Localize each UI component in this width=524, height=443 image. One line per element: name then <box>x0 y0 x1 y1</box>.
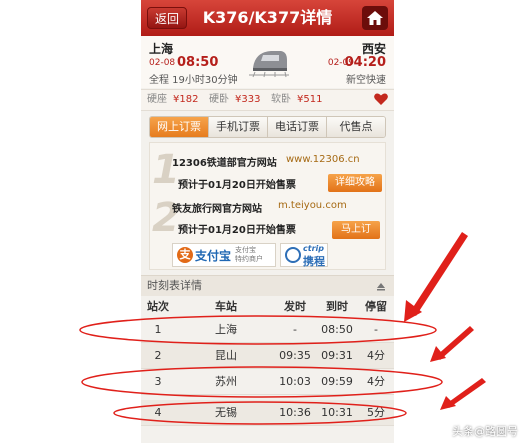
to-time: 04:20 <box>344 55 386 70</box>
guide-button[interactable]: 详细攻略 <box>328 174 382 192</box>
tab-phone-booking[interactable]: 电话订票 <box>268 117 327 137</box>
row-stop-time: 4分 <box>367 349 385 362</box>
price-label-hard-seat: 硬座 <box>147 94 167 105</box>
ctrip-en: ctrip <box>303 244 324 253</box>
collapse-arrow-icon[interactable] <box>376 281 386 291</box>
row-station: 上海 <box>215 323 237 336</box>
ctrip-cn: 携程 <box>303 255 325 268</box>
price-label-hard-sleeper: 硬卧 <box>209 94 229 105</box>
col-stop-no: 站次 <box>147 300 169 313</box>
from-station: 上海 <box>149 42 174 56</box>
row-station: 无锡 <box>215 406 237 419</box>
book-now-button[interactable]: 马上订 <box>332 221 380 239</box>
site-name-12306: 12306铁道部官方网站 <box>172 158 277 169</box>
alipay-name: 支付宝 <box>195 249 232 263</box>
booking-tabs: 网上订票 手机订票 电话订票 代售点 <box>149 116 386 138</box>
row-depart: 09:35 <box>279 349 311 362</box>
timetable-columns: 站次 车站 发时 到时 停留 <box>141 297 394 317</box>
site-name-tieyou: 铁友旅行网官方网站 <box>172 204 262 215</box>
timetable-title: 时刻表详情 <box>147 279 202 292</box>
sale-note-tieyou: 预计于01月20日开始售票 <box>178 225 296 236</box>
row-stop-no: 4 <box>154 406 162 419</box>
table-row: 4 无锡 10:36 10:31 5分 <box>141 400 394 426</box>
row-stop-time: 4分 <box>367 375 385 388</box>
price-label-soft-sleeper: 软卧 <box>271 94 291 105</box>
row-arrive: 10:31 <box>321 406 353 419</box>
train-icon <box>249 51 289 78</box>
favorite-heart-icon[interactable] <box>373 91 389 107</box>
row-stop-time: - <box>374 323 378 336</box>
row-arrive: 08:50 <box>321 323 353 336</box>
page-title: K376/K377详情 <box>202 8 333 27</box>
sale-note-12306: 预计于01月20日开始售票 <box>178 180 296 191</box>
row-stop-time: 5分 <box>367 406 385 419</box>
row-arrive: 09:59 <box>321 375 353 388</box>
back-button[interactable]: 返回 <box>147 7 187 29</box>
train-type: 新空快速 <box>346 75 386 86</box>
alipay-logo: 支 支付宝 支付宝 特约商户 <box>172 243 276 267</box>
tab-agency[interactable]: 代售点 <box>327 117 385 137</box>
arrow-icon <box>440 378 486 410</box>
site-url-tieyou[interactable]: m.teiyou.com <box>278 200 347 211</box>
from-date: 02-08 <box>149 58 176 68</box>
row-depart: 10:03 <box>279 375 311 388</box>
from-time: 08:50 <box>177 55 219 70</box>
booking-panel: 1 12306铁道部官方网站 www.12306.cn 预计于01月20日开始售… <box>149 142 386 270</box>
row-station: 昆山 <box>215 349 237 362</box>
table-row: 1 上海 - 08:50 - <box>141 317 394 343</box>
duration-text: 全程 19小时30分钟 <box>149 75 238 86</box>
watermark: 头条@路圆号 <box>452 425 518 438</box>
row-stop-no: 3 <box>154 375 162 388</box>
header-bar: 返回 K376/K377详情 <box>141 0 394 36</box>
row-arrive: 09:31 <box>321 349 353 362</box>
table-row: 2 昆山 09:35 09:31 4分 <box>141 343 394 369</box>
tab-mobile-booking[interactable]: 手机订票 <box>209 117 268 137</box>
ctrip-icon <box>285 247 301 263</box>
ctrip-logo: ctrip 携程 <box>280 243 328 268</box>
alipay-icon: 支 <box>177 247 193 263</box>
col-arrive: 到时 <box>326 300 348 313</box>
row-station: 苏州 <box>215 375 237 388</box>
price-value-hard-sleeper: ¥333 <box>235 94 261 105</box>
arrow-icon <box>430 326 474 362</box>
price-value-hard-seat: ¥182 <box>173 94 199 105</box>
table-row: 3 苏州 10:03 09:59 4分 <box>141 369 394 395</box>
home-button[interactable] <box>362 6 388 30</box>
col-stop-time: 停留 <box>365 300 387 313</box>
col-station: 车站 <box>215 300 237 313</box>
row-stop-no: 1 <box>154 323 162 336</box>
tab-online-booking[interactable]: 网上订票 <box>150 117 209 137</box>
row-depart: 10:36 <box>279 406 311 419</box>
route-summary: 上海 02-08 08:50 全程 19小时30分钟 西安 02-09 04:2… <box>141 36 394 88</box>
price-bar: 硬座 ¥182 硬卧 ¥333 软卧 ¥511 <box>141 89 394 111</box>
alipay-sub-text: 支付宝 特约商户 <box>235 246 263 263</box>
arrow-icon <box>404 232 468 322</box>
site-url-12306[interactable]: www.12306.cn <box>286 154 360 165</box>
row-stop-no: 2 <box>154 349 162 362</box>
phone-screen: 返回 K376/K377详情 上海 02-08 08:50 全程 19小时30分… <box>141 0 394 443</box>
row-depart: - <box>293 323 297 336</box>
price-value-soft-sleeper: ¥511 <box>297 94 323 105</box>
home-icon <box>367 11 383 25</box>
timetable-header[interactable]: 时刻表详情 <box>141 275 394 296</box>
col-depart: 发时 <box>284 300 306 313</box>
